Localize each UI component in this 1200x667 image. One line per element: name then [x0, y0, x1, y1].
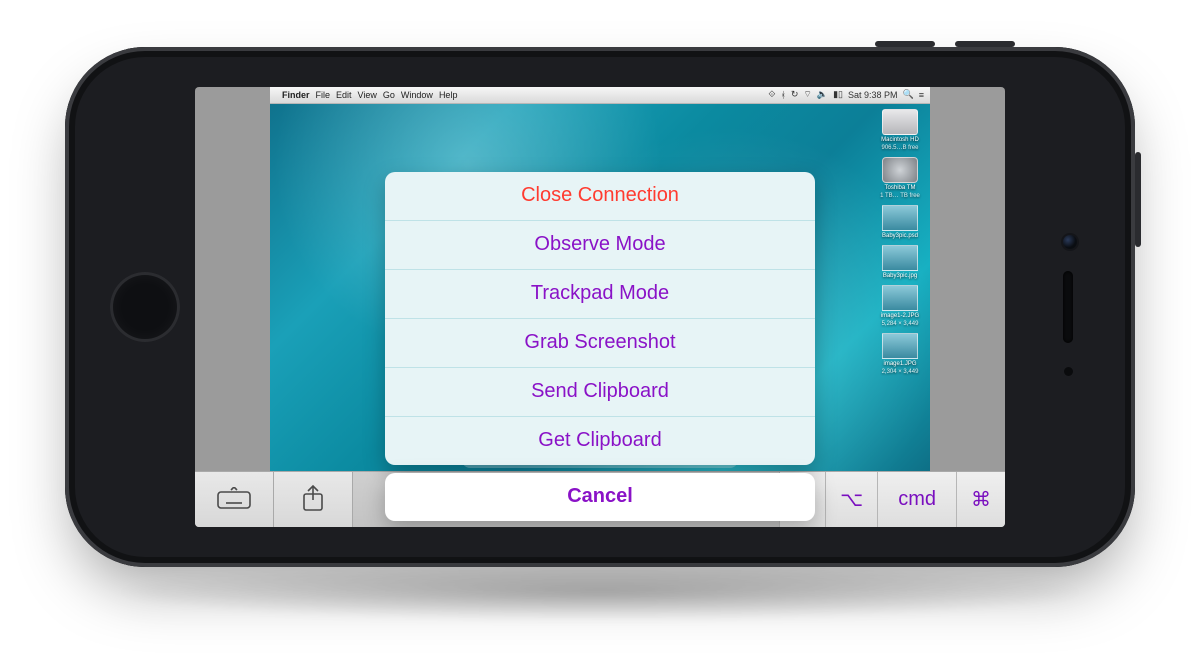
mac-menus[interactable]: File Edit View Go Window Help: [316, 90, 458, 100]
option-key-glyph[interactable]: ⌥: [825, 472, 877, 527]
desktop-icon[interactable]: Toshiba TM1 TB… TB free: [876, 157, 924, 199]
volume-down-button: [955, 41, 1015, 47]
action-sheet: Close ConnectionObserve ModeTrackpad Mod…: [385, 172, 815, 521]
mac-menu-file[interactable]: File: [316, 90, 331, 100]
desktop-icon[interactable]: image1.JPG2,304 × 3,449: [876, 333, 924, 375]
mac-menu-edit[interactable]: Edit: [336, 90, 352, 100]
spotlight-icon[interactable]: 🔍: [903, 89, 914, 100]
action-sheet-item-grab-screenshot[interactable]: Grab Screenshot: [385, 318, 815, 367]
letterbox-right: [930, 87, 1005, 472]
mac-menu-help[interactable]: Help: [439, 90, 458, 100]
bluetooth-icon: ᚼ: [780, 90, 785, 100]
desktop-icon[interactable]: image1-2.JPG5,284 × 3,449: [876, 285, 924, 327]
desktop-icon[interactable]: Macintosh HD906.5…B free: [876, 109, 924, 151]
mac-app-name[interactable]: Finder: [282, 90, 310, 100]
action-sheet-item-send-clipboard[interactable]: Send Clipboard: [385, 367, 815, 416]
action-sheet-options: Close ConnectionObserve ModeTrackpad Mod…: [385, 172, 815, 465]
volume-up-button: [875, 41, 935, 47]
desktop-icons: Macintosh HD906.5…B free Toshiba TM1 TB… …: [876, 109, 924, 375]
front-camera: [1063, 235, 1077, 249]
keyboard-icon: [217, 487, 251, 511]
mac-menubar-status: ⟐ ᚼ ↻ ⌔ 🔈 ▮▯ Sat 9:38 PM 🔍 ≡: [768, 89, 924, 100]
notification-center-icon[interactable]: ≡: [919, 90, 924, 100]
dropbox-icon: ⟐: [768, 89, 775, 100]
mac-menu-view[interactable]: View: [358, 90, 377, 100]
action-sheet-item-get-clipboard[interactable]: Get Clipboard: [385, 416, 815, 465]
mac-menu-go[interactable]: Go: [383, 90, 395, 100]
timemachine-icon: ↻: [791, 89, 799, 100]
command-key-glyph[interactable]: ⌘: [956, 472, 1005, 527]
keyboard-button[interactable]: [195, 472, 274, 527]
action-sheet-item-trackpad-mode[interactable]: Trackpad Mode: [385, 269, 815, 318]
action-sheet-cancel[interactable]: Cancel: [385, 473, 815, 521]
action-sheet-item-observe-mode[interactable]: Observe Mode: [385, 220, 815, 269]
share-button[interactable]: [274, 472, 353, 527]
iphone-device-frame: Finder File Edit View Go Window Help ⟐ ᚼ ↻ ⌔ …: [65, 47, 1135, 567]
proximity-sensor: [1064, 367, 1073, 376]
desktop-icon[interactable]: Baby3pic.jpg: [876, 245, 924, 279]
volume-icon: 🔈: [817, 89, 828, 100]
home-button[interactable]: [110, 272, 180, 342]
mac-menu-bar: Finder File Edit View Go Window Help ⟐ ᚼ ↻ ⌔ …: [270, 87, 930, 104]
modifier-key-cmd[interactable]: cmd: [877, 472, 956, 527]
battery-icon: ▮▯: [833, 89, 843, 100]
share-icon: [300, 484, 326, 514]
earpiece-speaker: [1063, 271, 1073, 343]
power-button: [1135, 152, 1141, 247]
mac-menu-window[interactable]: Window: [401, 90, 433, 100]
wifi-icon: ⌔: [803, 89, 811, 100]
device-screen: Finder File Edit View Go Window Help ⟐ ᚼ ↻ ⌔ …: [195, 87, 1005, 527]
action-sheet-item-close-connection[interactable]: Close Connection: [385, 172, 815, 220]
clock-text: Sat 9:38 PM: [848, 90, 898, 100]
desktop-icon[interactable]: Baby3pic.psd: [876, 205, 924, 239]
letterbox-left: [195, 87, 270, 472]
